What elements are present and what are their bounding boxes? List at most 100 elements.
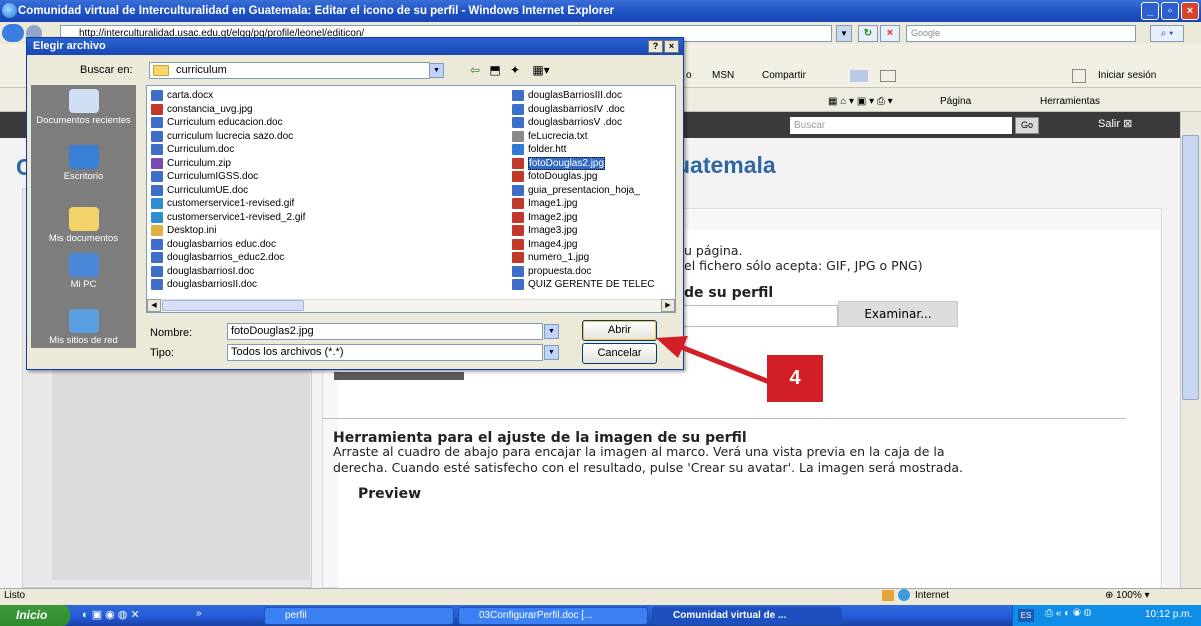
quick-launch[interactable]: ◐ ▣ ◉ ◍ ✕	[82, 608, 140, 621]
file-item[interactable]: douglasbarriosV .doc	[511, 116, 622, 129]
file-item[interactable]: customerservice1-revised_2.gif	[150, 211, 305, 224]
minimize-button[interactable]: _	[1141, 2, 1159, 20]
file-item[interactable]: Image4.jpg	[511, 238, 577, 251]
file-item[interactable]: guia_presentacion_hoja_	[511, 184, 640, 197]
zoom-level[interactable]: ⊕ 100% ▾	[1105, 590, 1150, 601]
look-in-select[interactable]: curriculum	[149, 62, 430, 79]
img-file-icon	[512, 198, 524, 209]
maximize-button[interactable]: ▫	[1161, 2, 1179, 20]
logout-link[interactable]: Salir ⊠	[1098, 117, 1132, 130]
left-panel-box	[52, 360, 310, 580]
help-button[interactable]: ?	[648, 40, 663, 53]
site-go-button[interactable]: Go	[1015, 117, 1039, 134]
address-dropdown-button[interactable]: ▼	[836, 25, 852, 42]
file-item[interactable]: CurriculumIGSS.doc	[150, 170, 258, 183]
language-indicator[interactable]: ES	[1018, 609, 1034, 622]
gif-file-icon	[151, 211, 163, 223]
file-item[interactable]: douglasbarriosI.doc	[150, 265, 254, 278]
place-desktop[interactable]: Escritorio	[31, 145, 136, 197]
page-scrollbar-thumb[interactable]	[1182, 135, 1199, 400]
file-item[interactable]: douglasbarriosII.doc	[150, 278, 257, 291]
toolbar-icon[interactable]	[850, 70, 868, 82]
file-item[interactable]: douglasbarrios_educ2.doc	[150, 251, 284, 264]
site-search-input[interactable]: Buscar	[790, 117, 1012, 134]
file-name: feLucrecia.txt	[528, 130, 588, 142]
file-item[interactable]: fotoDouglas.jpg	[511, 170, 598, 183]
home-icon[interactable]: ▦ ⌂ ▾ ▣ ▾ ⎙ ▾	[828, 96, 893, 107]
cancel-button[interactable]: Cancelar	[582, 343, 657, 364]
file-list[interactable]: carta.docx constancia_uvg.jpg Curriculum e…	[146, 85, 676, 313]
search-button[interactable]: ⌕ ▾	[1150, 25, 1184, 42]
file-name: douglasbarriosII.doc	[167, 279, 258, 290]
file-list-scrollbar-thumb[interactable]	[162, 300, 304, 311]
file-name-dropdown-button[interactable]: ▼	[544, 324, 559, 339]
menu-herramientas[interactable]: Herramientas	[1040, 96, 1100, 107]
start-button[interactable]: Inicio	[0, 605, 70, 626]
file-item[interactable]: propuesta.doc	[511, 265, 591, 278]
file-item[interactable]: QUIZ GERENTE DE TELEC	[511, 278, 655, 291]
file-name-input[interactable]: fotoDouglas2.jpg	[227, 323, 543, 340]
link-msn[interactable]: MSN	[712, 70, 734, 81]
menu-pagina[interactable]: Página	[940, 96, 971, 107]
task-word-doc[interactable]: 03ConfigurarPerfil.doc [...	[458, 607, 648, 625]
back-arrow-icon[interactable]: ⇦	[466, 62, 484, 79]
file-item[interactable]: Image1.jpg	[511, 197, 577, 210]
up-folder-icon[interactable]: ⬒	[486, 62, 504, 79]
file-item[interactable]: folder.htt	[511, 143, 566, 156]
refresh-button[interactable]: ↻	[858, 25, 878, 42]
tray-icons[interactable]: ⎙ « ◐ ◉ ◍	[1045, 608, 1091, 619]
dialog-close-button[interactable]: ×	[664, 40, 679, 53]
file-item[interactable]: customerservice1-revised.gif	[150, 197, 294, 210]
google-search-input[interactable]: Google	[906, 25, 1136, 42]
file-item[interactable]: Curriculum.zip	[150, 157, 231, 170]
stop-button[interactable]: ×	[880, 25, 900, 42]
link-iniciar-sesion[interactable]: Iniciar sesión	[1098, 70, 1156, 81]
link-compartir[interactable]: Compartir	[762, 70, 806, 81]
file-item[interactable]: fotoDouglas2.jpg	[511, 156, 606, 170]
chevron-icon[interactable]: »	[196, 608, 202, 619]
file-item[interactable]: douglasbarriosIV .doc	[511, 103, 625, 116]
doc-file-icon	[151, 144, 163, 155]
file-item[interactable]: Image3.jpg	[511, 224, 577, 237]
file-item[interactable]: Desktop.ini	[150, 224, 216, 237]
file-item[interactable]: curriculum lucrecia sazo.doc	[150, 130, 293, 143]
look-in-dropdown-button[interactable]: ▼	[429, 63, 444, 78]
file-type-dropdown-button[interactable]: ▼	[544, 345, 559, 360]
network-places-icon	[68, 309, 99, 333]
new-folder-icon[interactable]: ✦	[506, 62, 524, 79]
task-perfil[interactable]: perfil	[264, 607, 454, 625]
file-item[interactable]: douglasbarrios educ.doc	[150, 238, 276, 251]
file-name: douglasbarriosI.doc	[167, 265, 255, 277]
view-menu-icon[interactable]: ▦▾	[528, 62, 554, 79]
toolbar-icon[interactable]	[880, 70, 896, 82]
scroll-left-button[interactable]: ◀	[147, 299, 161, 312]
close-button[interactable]: ×	[1181, 2, 1199, 20]
place-recent[interactable]: Documentos recientes	[31, 89, 136, 141]
file-item[interactable]: carta.docx	[150, 89, 213, 102]
file-name: customerservice1-revised_2.gif	[167, 211, 306, 223]
file-item[interactable]: Curriculum.doc	[150, 143, 234, 156]
file-item[interactable]: CurriculumUE.doc	[150, 184, 248, 197]
file-name: Curriculum.doc	[167, 144, 235, 155]
file-item[interactable]: Curriculum educacion.doc	[150, 116, 283, 129]
my-computer-icon	[68, 253, 99, 277]
file-item[interactable]: constancia_uvg.jpg	[150, 103, 253, 116]
open-button[interactable]: Abrir	[582, 320, 657, 341]
file-item[interactable]: douglasBarriosIII.doc	[511, 89, 622, 102]
file-item[interactable]: numero_1.jpg	[511, 251, 589, 264]
file-item[interactable]: feLucrecia.txt	[511, 130, 587, 143]
place-my-documents[interactable]: Mis documentos	[31, 197, 136, 249]
signin-icon	[1072, 69, 1086, 83]
scroll-right-button[interactable]: ▶	[661, 299, 675, 312]
place-network[interactable]: Mis sitios de red	[31, 309, 136, 361]
doc-file-icon	[512, 265, 524, 277]
file-item[interactable]: Image2.jpg	[511, 211, 577, 224]
back-button[interactable]	[2, 24, 24, 42]
file-name: propuesta.doc	[528, 265, 592, 277]
place-my-computer[interactable]: Mi PC	[31, 253, 136, 305]
task-ie-window[interactable]: Comunidad virtual de ...	[652, 607, 842, 625]
txt-file-icon	[512, 130, 524, 142]
browse-button[interactable]: Examinar...	[838, 301, 958, 327]
img-file-icon	[151, 103, 163, 115]
file-type-select[interactable]: Todos los archivos (*.*)	[227, 344, 543, 361]
